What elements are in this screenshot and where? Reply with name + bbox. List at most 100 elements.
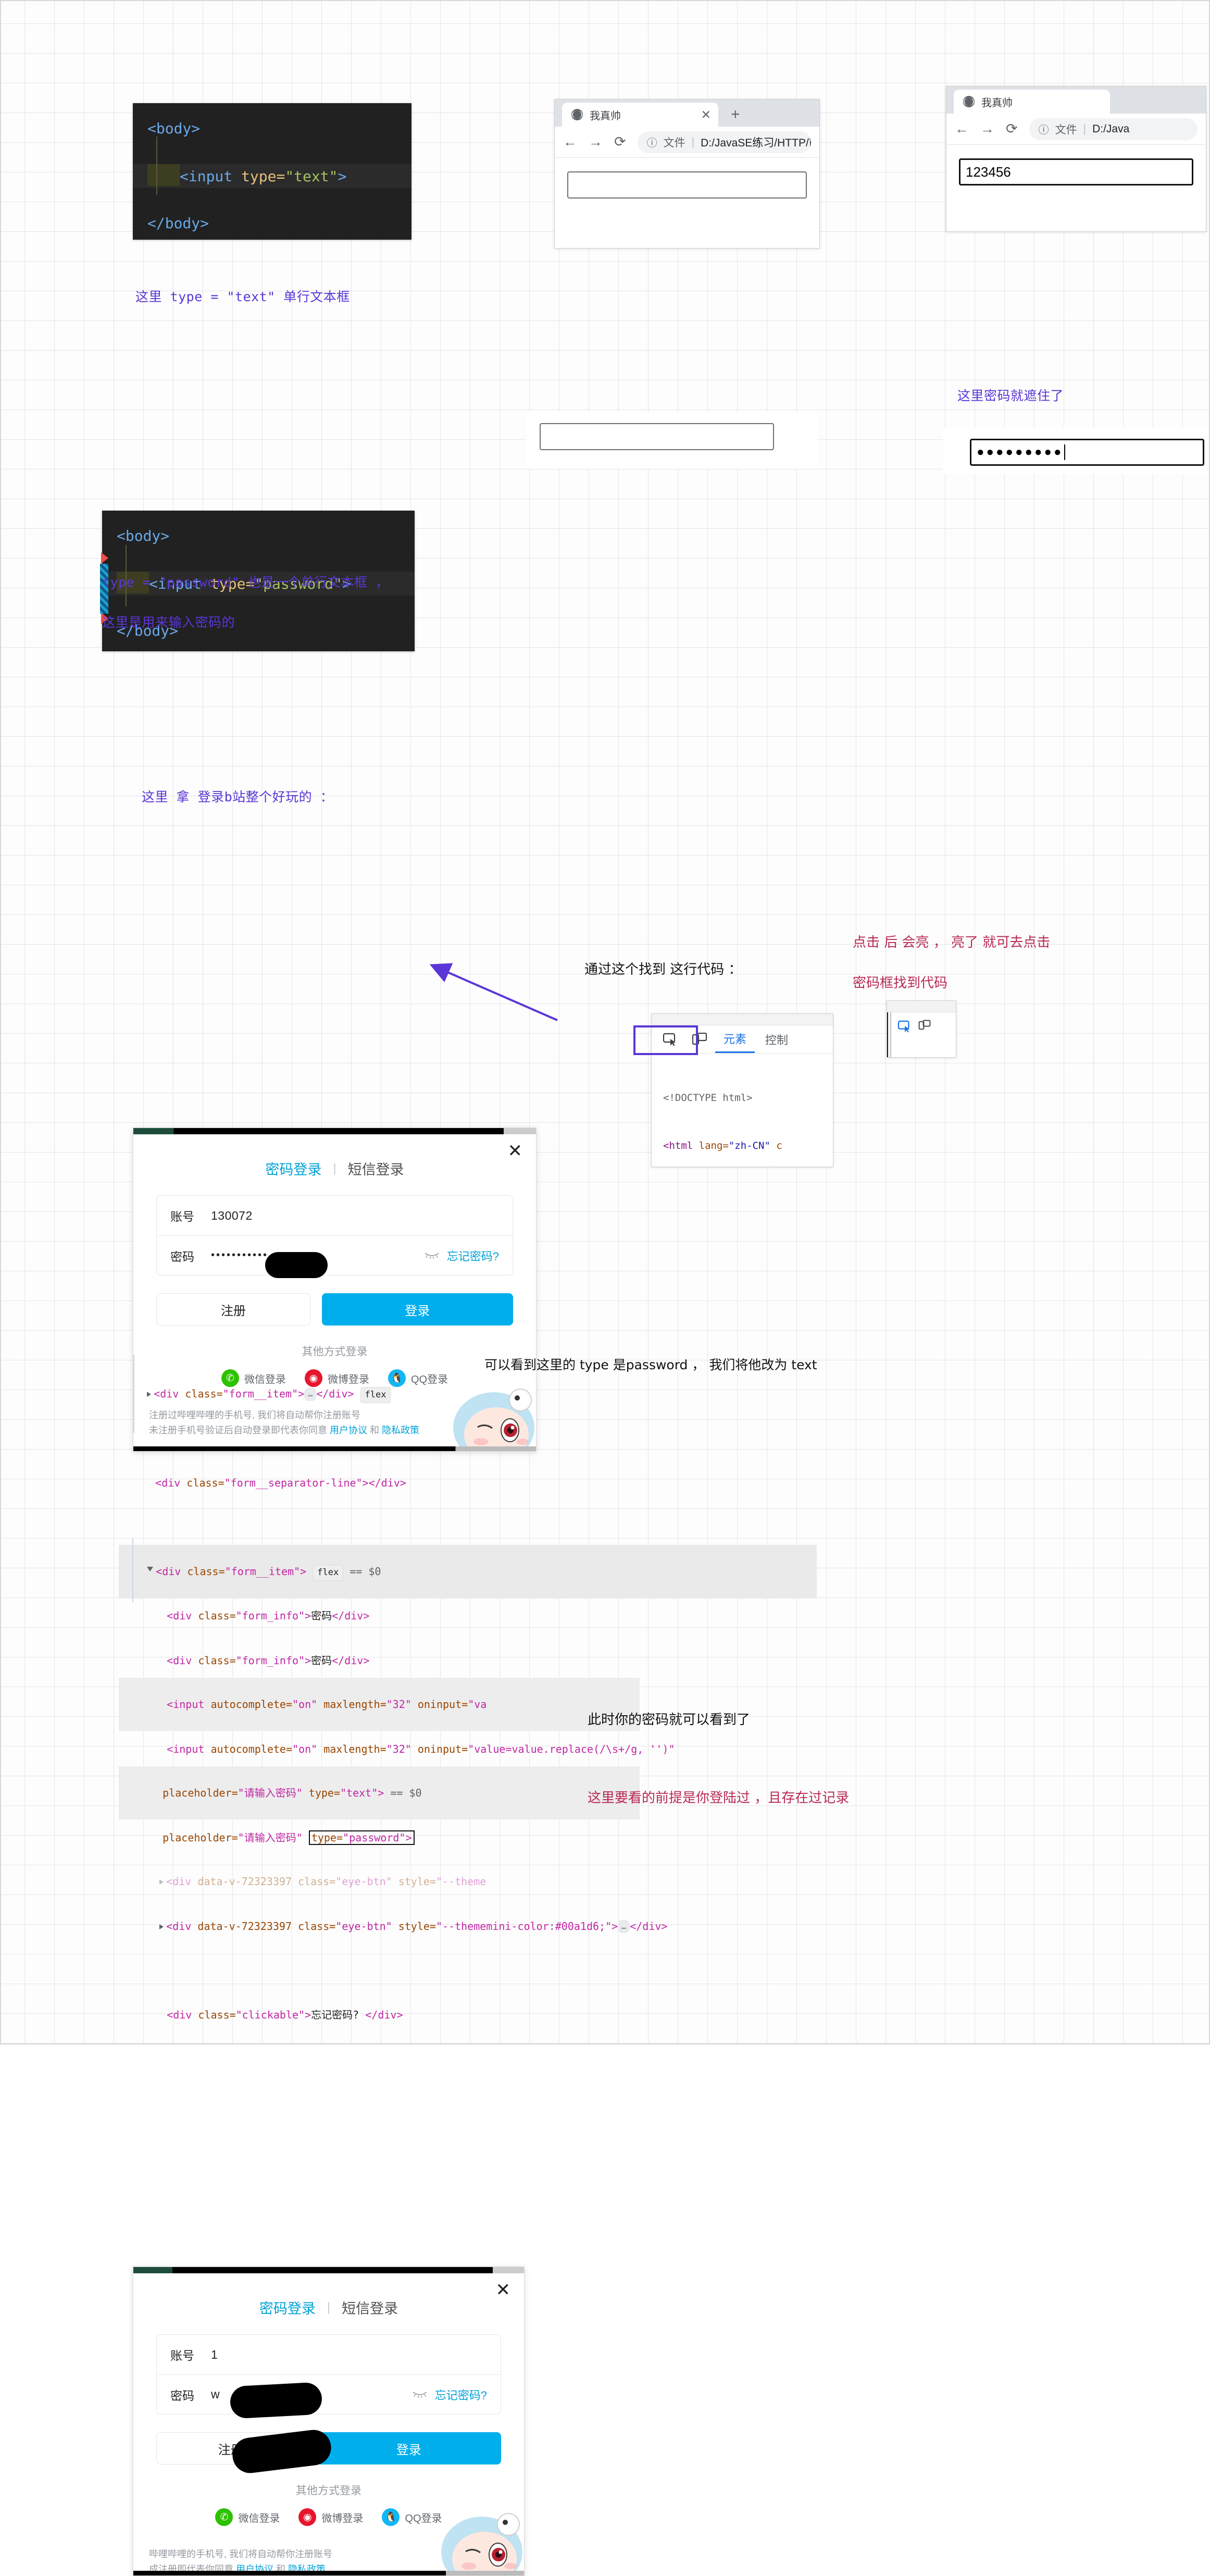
note-prerequisite: 这里要看的前提是你登陆过 ，且存在过记录 bbox=[588, 1790, 850, 1806]
devtools-elements-listing-after: <div class="form_info">密码</div> <input a… bbox=[119, 1536, 640, 1926]
eye-closed-icon[interactable] bbox=[424, 1249, 440, 1262]
device-toolbar-icon[interactable] bbox=[918, 1019, 931, 1034]
tab-strip: 我真帅 bbox=[946, 86, 1206, 114]
tab-sms-login[interactable]: 短信登录 bbox=[342, 2297, 398, 2318]
account-input[interactable]: 130072 bbox=[211, 1209, 499, 1223]
code-line-input-text: <input type="text"> bbox=[133, 164, 411, 189]
password-input-masked[interactable]: ●●●●●●●●● bbox=[970, 439, 1204, 466]
account-input[interactable]: 1 bbox=[211, 2348, 487, 2362]
close-tab-icon[interactable]: ✕ bbox=[701, 108, 711, 122]
dom-row-separator-line[interactable]: <div class="form__separator-line"></div> bbox=[119, 1456, 817, 1509]
url-separator: | bbox=[1083, 122, 1087, 135]
forgot-password-link[interactable]: 忘记密码? bbox=[447, 1247, 499, 1264]
browser-toolbar: ← → ⟳ ⓘ 文件 | D:/Java bbox=[946, 114, 1206, 145]
site-info-icon[interactable]: ⓘ bbox=[647, 134, 657, 150]
browser-tab[interactable]: 我真帅 bbox=[954, 90, 1110, 114]
tab-title: 我真帅 bbox=[590, 110, 621, 122]
code-line-body-open: <body> bbox=[147, 120, 201, 137]
tab-password-login[interactable]: 密码登录 bbox=[259, 2297, 316, 2318]
dom-row-input-text-after[interactable]: <input autocomplete="on" maxlength="32" … bbox=[119, 1678, 640, 1731]
tab-elements[interactable]: 元素 bbox=[715, 1026, 755, 1053]
note-password-masked: 这里密码就遮住了 bbox=[957, 388, 1064, 403]
dom-indent-guide bbox=[133, 1355, 134, 1433]
url-path: D:/JavaSE练习/HTTP/前 bbox=[701, 137, 811, 149]
dialog-top-strip bbox=[133, 1128, 536, 1134]
close-dialog-icon[interactable]: ✕ bbox=[508, 1141, 523, 1161]
note-text-type: 这里 type = "text" 单行文本框 bbox=[135, 289, 350, 304]
tab-console[interactable]: 控制 bbox=[757, 1026, 796, 1053]
social-wechat[interactable]: ✆ 微信登录 bbox=[215, 2508, 280, 2526]
new-tab-icon[interactable]: + bbox=[731, 106, 740, 123]
dialog-top-strip bbox=[133, 2267, 524, 2273]
address-bar[interactable]: ⓘ 文件 | D:/JavaSE练习/HTTP/前 bbox=[637, 131, 811, 153]
page-viewport bbox=[555, 158, 819, 212]
close-dialog-icon[interactable]: ✕ bbox=[496, 2280, 511, 2300]
social-weibo-label: 微博登录 bbox=[321, 2512, 364, 2524]
eye-closed-icon[interactable] bbox=[412, 2388, 428, 2401]
tab-strip: 我真帅 ✕ + bbox=[555, 100, 819, 127]
bilibili-login-dialog-after: ✕ 密码登录 | 短信登录 账号 1 密码 w 忘记密码? 注册 登录 其他方式… bbox=[133, 2267, 525, 2576]
browser-tab[interactable]: 我真帅 ✕ bbox=[562, 103, 718, 127]
tab-sms-login[interactable]: 短信登录 bbox=[348, 1158, 404, 1179]
password-label: 密码 bbox=[170, 1249, 194, 1264]
site-info-icon[interactable]: ⓘ bbox=[1039, 121, 1049, 137]
forgot-password-link[interactable]: 忘记密码? bbox=[435, 2386, 487, 2403]
browser-toolbar: ← → ⟳ ⓘ 文件 | D:/JavaSE练习/HTTP/前 bbox=[555, 127, 819, 158]
url-separator: | bbox=[691, 135, 695, 148]
tab-divider: | bbox=[333, 1161, 336, 1175]
url-path: D:/Java bbox=[1092, 122, 1130, 135]
code-block-text-input: <body> <input type="text"> </body> bbox=[133, 103, 411, 240]
page-favicon-icon bbox=[571, 109, 583, 120]
note-now-visible: 此时你的密码就可以看到了 bbox=[588, 1712, 751, 1728]
dom-row-eye-btn-after[interactable]: <div data-v-72323397 class="eye-btn" sty… bbox=[119, 1855, 640, 1908]
note-click-highlight-line1: 点击 后 会亮 ， 亮了 就可去点击 bbox=[853, 935, 1051, 950]
devtools-panel-activated: <!DO bbox=[887, 1000, 956, 1058]
note-type-is-password: 可以看到这里的 type 是password ， 我们将他改为 text bbox=[484, 1357, 817, 1372]
browser-window-empty-input: 我真帅 ✕ + ← → ⟳ ⓘ 文件 | D:/JavaSE练习/HTTP/前 bbox=[554, 99, 820, 249]
devtools-dom-fragment: <!DO bbox=[891, 1041, 956, 1057]
page-favicon-icon bbox=[963, 96, 975, 107]
scrollbar-track[interactable] bbox=[887, 1012, 888, 1057]
browser-page-password-filled: ●●●●●●●●● bbox=[943, 427, 1208, 474]
wechat-icon: ✆ bbox=[215, 2508, 233, 2526]
text-input-empty[interactable] bbox=[567, 171, 807, 199]
browser-page-password-empty bbox=[526, 412, 818, 469]
reload-icon[interactable]: ⟳ bbox=[614, 134, 626, 150]
account-row: 账号 130072 bbox=[157, 1196, 513, 1235]
dom-row-form-item-1[interactable]: <div class="form__item">… </div> flex bbox=[119, 1367, 817, 1421]
password-dots: ●●●●●●●●● bbox=[977, 445, 1064, 459]
account-label: 账号 bbox=[170, 1210, 194, 1223]
dom-indent-guide bbox=[132, 1538, 133, 1603]
url-scheme: 文件 bbox=[1055, 123, 1077, 136]
tab-divider: | bbox=[327, 2300, 331, 2314]
note-click-highlight-line2: 密码框找到代码 bbox=[853, 975, 948, 991]
weibo-icon: ◉ bbox=[298, 2508, 317, 2526]
forward-icon[interactable]: → bbox=[589, 134, 603, 150]
reload-icon[interactable]: ⟳ bbox=[1006, 121, 1018, 137]
address-bar[interactable]: ⓘ 文件 | D:/Java bbox=[1029, 118, 1197, 140]
tab-password-login[interactable]: 密码登录 bbox=[265, 1158, 321, 1179]
social-weibo[interactable]: ◉ 微博登录 bbox=[298, 2508, 363, 2526]
password-input-empty[interactable] bbox=[540, 423, 774, 450]
mascot-avatar bbox=[432, 2497, 524, 2575]
login-button[interactable]: 登录 bbox=[316, 2432, 501, 2464]
back-icon[interactable]: ← bbox=[955, 121, 969, 137]
page-viewport: 123456 bbox=[946, 145, 1206, 199]
dom-row-clickable-forgot[interactable]: <div class="clickable">忘记密码? </div> bbox=[119, 1988, 817, 2041]
url-scheme: 文件 bbox=[663, 137, 685, 149]
dom-row-input-text-attrs[interactable]: placeholder="请输入密码" type="text"> == $0 bbox=[119, 1766, 640, 1819]
password-row: 密码 ••••••••••• 忘记密码? bbox=[157, 1235, 513, 1275]
censor-blob-account bbox=[265, 1252, 328, 1278]
forward-icon[interactable]: → bbox=[980, 121, 994, 137]
inspect-element-icon[interactable] bbox=[894, 1018, 916, 1035]
note-password-type-line2: 这里是用来输入密码的 bbox=[102, 615, 235, 630]
text-input-with-value[interactable]: 123456 bbox=[959, 158, 1193, 185]
devtools-header bbox=[652, 1014, 833, 1025]
dom-row-form-info-after[interactable]: <div class="form_info">密码</div> bbox=[119, 1589, 640, 1642]
login-mode-tabs: 密码登录 | 短信登录 bbox=[133, 1134, 536, 1195]
note-password-type-line1: type = "password" 也是一个单行文本框 ， bbox=[102, 575, 389, 590]
note-find-code: 通过这个找到 这行代码 ： bbox=[584, 962, 742, 977]
browser-window-filled-input: 我真帅 ← → ⟳ ⓘ 文件 | D:/Java 123456 bbox=[946, 86, 1206, 232]
annotation-arrow-password bbox=[429, 963, 558, 1021]
back-icon[interactable]: ← bbox=[563, 134, 577, 150]
